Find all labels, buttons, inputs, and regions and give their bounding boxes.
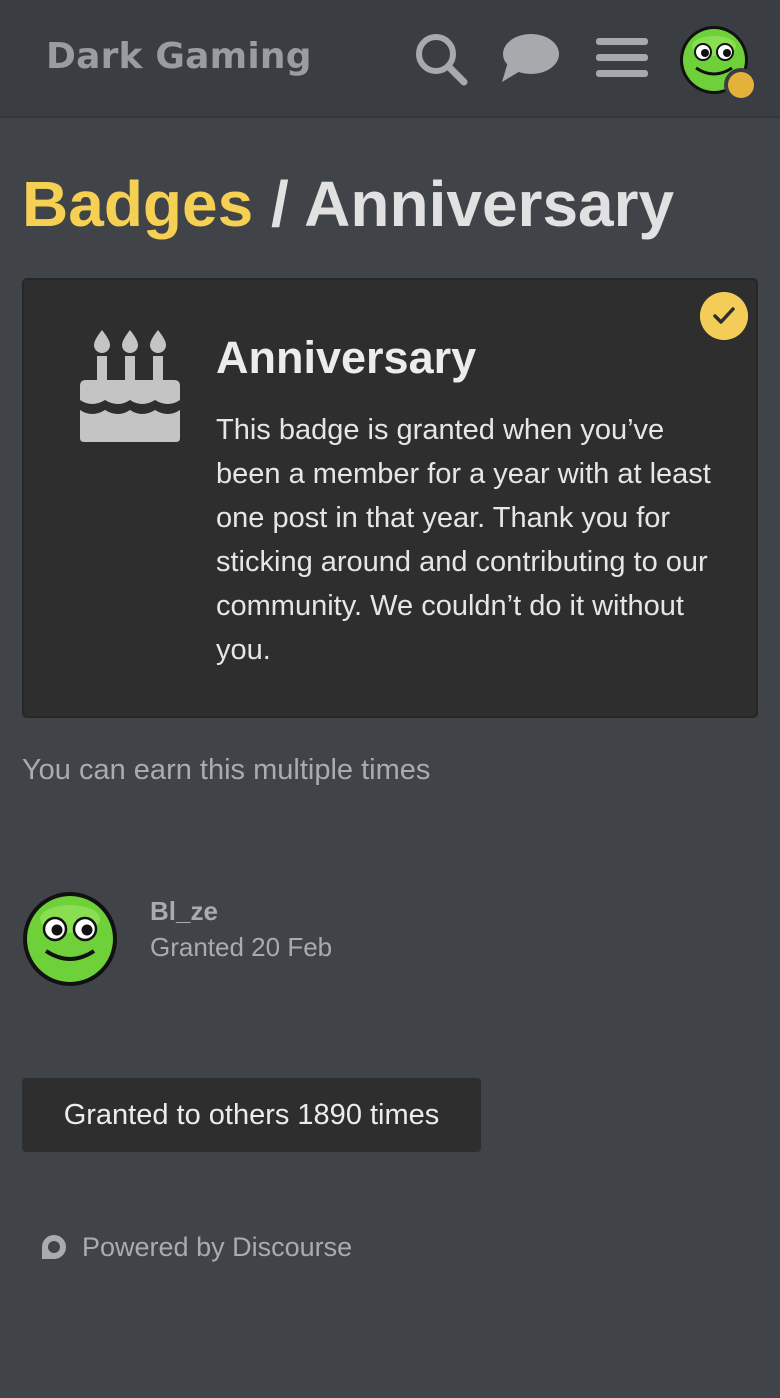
site-title[interactable]: Dark Gaming — [46, 36, 312, 77]
granted-date: Granted 20 Feb — [150, 932, 333, 962]
search-icon[interactable] — [412, 30, 470, 88]
badge-description: This badge is granted when you’ve been a… — [216, 414, 711, 666]
breadcrumb-separator: / — [253, 168, 305, 240]
powered-by-label: Powered by Discourse — [82, 1231, 353, 1262]
powered-by-discourse-link[interactable]: Powered by Discourse — [40, 1230, 352, 1264]
badge-name: Anniversary — [216, 332, 477, 383]
discourse-icon — [42, 1235, 66, 1259]
breadcrumb-current: Anniversary — [304, 168, 675, 240]
status-emoji-badge — [724, 68, 758, 102]
breadcrumb-badges-link[interactable]: Badges — [22, 168, 253, 240]
chat-icon[interactable] — [500, 32, 560, 84]
page-title: Badges / Anniversary — [22, 166, 674, 242]
granted-to-others-button[interactable]: Granted to others 1890 times — [22, 1078, 481, 1152]
upside-down-face-icon — [728, 72, 754, 98]
earn-multiple-note: You can earn this multiple times — [22, 754, 431, 786]
user-avatar[interactable] — [22, 891, 118, 987]
username-link[interactable]: Bl_ze — [150, 896, 218, 927]
site-header: Dark Gaming — [0, 0, 780, 118]
menu-icon[interactable] — [596, 36, 648, 80]
check-icon — [700, 292, 748, 340]
badge-card: Anniversary This badge is granted when y… — [22, 278, 758, 718]
birthday-cake-icon — [80, 330, 180, 442]
